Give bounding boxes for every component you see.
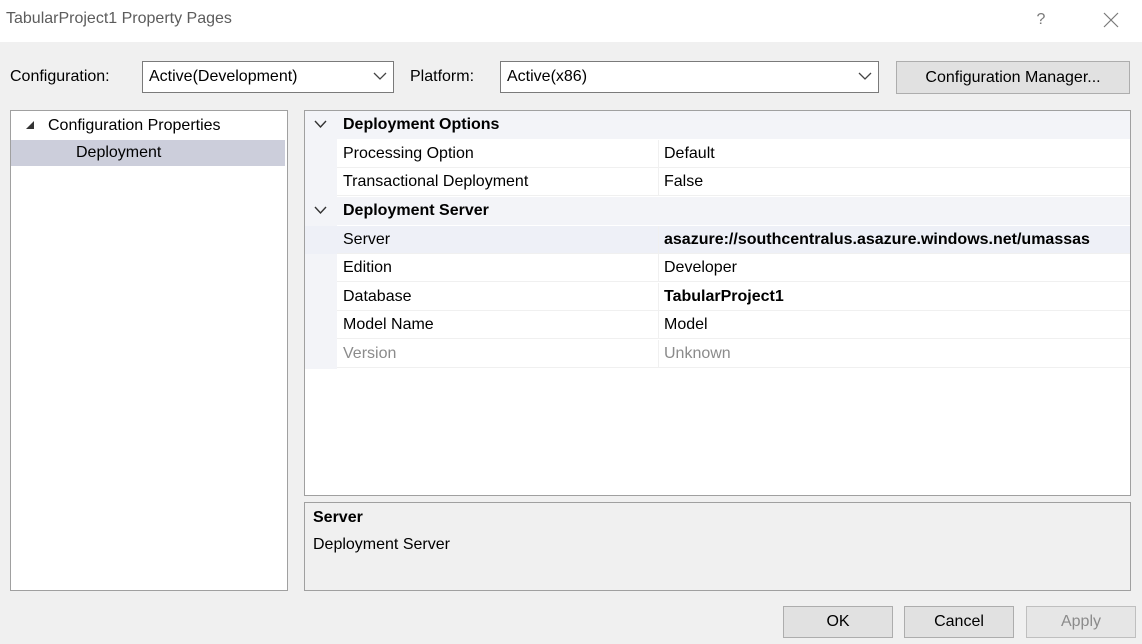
property-row-model-name[interactable]: Model Name Model — [305, 311, 1130, 339]
chevron-down-icon[interactable] — [314, 206, 327, 215]
property-row-edition[interactable]: Edition Developer — [305, 254, 1130, 282]
description-pane: Server Deployment Server — [304, 502, 1131, 591]
ok-button[interactable]: OK — [783, 606, 893, 638]
property-value[interactable]: asazure://southcentralus.asazure.windows… — [664, 231, 1090, 249]
property-name: Model Name — [343, 316, 434, 333]
collapse-triangle-icon[interactable] — [25, 120, 35, 130]
property-name: Version — [343, 345, 397, 362]
property-row-processing-option[interactable]: Processing Option Default — [305, 140, 1130, 168]
tree-item-label: Configuration Properties — [48, 117, 221, 134]
apply-button[interactable]: Apply — [1026, 606, 1136, 638]
property-name: Database — [343, 288, 412, 305]
property-row-transactional-deployment[interactable]: Transactional Deployment False — [305, 168, 1130, 196]
category-tree: Configuration Properties Deployment — [10, 110, 288, 591]
cancel-button[interactable]: Cancel — [904, 606, 1014, 638]
configuration-label: Configuration: — [10, 68, 110, 85]
title-bar: TabularProject1 Property Pages ? — [0, 0, 1142, 42]
property-value[interactable]: Model — [664, 316, 708, 334]
property-value[interactable]: Developer — [664, 259, 737, 277]
property-value[interactable]: TabularProject1 — [664, 288, 784, 306]
platform-dropdown[interactable]: Active(x86) — [500, 61, 879, 93]
property-name: Edition — [343, 259, 392, 276]
question-mark-icon: ? — [1036, 11, 1046, 28]
property-row-database[interactable]: Database TabularProject1 — [305, 283, 1130, 311]
close-button[interactable] — [1096, 6, 1126, 34]
property-name: Transactional Deployment — [343, 173, 529, 190]
chevron-down-icon — [858, 72, 872, 80]
category-deployment-options[interactable]: Deployment Options — [305, 111, 1130, 139]
close-icon — [1103, 12, 1119, 28]
tree-item-configuration-properties[interactable]: Configuration Properties — [11, 113, 285, 139]
property-grid: Deployment Options Processing Option Def… — [304, 110, 1131, 496]
platform-value: Active(x86) — [507, 68, 588, 85]
configuration-dropdown[interactable]: Active(Development) — [142, 61, 394, 93]
category-label: Deployment Server — [343, 202, 489, 219]
help-button[interactable]: ? — [1026, 6, 1056, 34]
description-body: Deployment Server — [313, 536, 450, 553]
property-name: Processing Option — [343, 145, 474, 162]
platform-label: Platform: — [410, 68, 475, 85]
tree-item-deployment[interactable]: Deployment — [11, 140, 285, 166]
tree-item-label: Deployment — [76, 144, 162, 161]
configuration-manager-button[interactable]: Configuration Manager... — [896, 61, 1130, 94]
property-value: Unknown — [664, 345, 731, 362]
property-value[interactable]: Default — [664, 145, 715, 163]
property-name: Server — [343, 231, 391, 248]
window-title: TabularProject1 Property Pages — [6, 10, 232, 27]
description-title: Server — [313, 509, 363, 526]
category-label: Deployment Options — [343, 116, 500, 133]
category-deployment-server[interactable]: Deployment Server — [305, 197, 1130, 225]
property-value[interactable]: False — [664, 173, 703, 191]
configuration-value: Active(Development) — [149, 68, 298, 85]
chevron-down-icon — [373, 72, 387, 80]
property-row-server[interactable]: Server asazure://southcentralus.asazure.… — [305, 226, 1130, 254]
chevron-down-icon[interactable] — [314, 120, 327, 129]
property-row-version[interactable]: Version Unknown — [305, 340, 1130, 368]
